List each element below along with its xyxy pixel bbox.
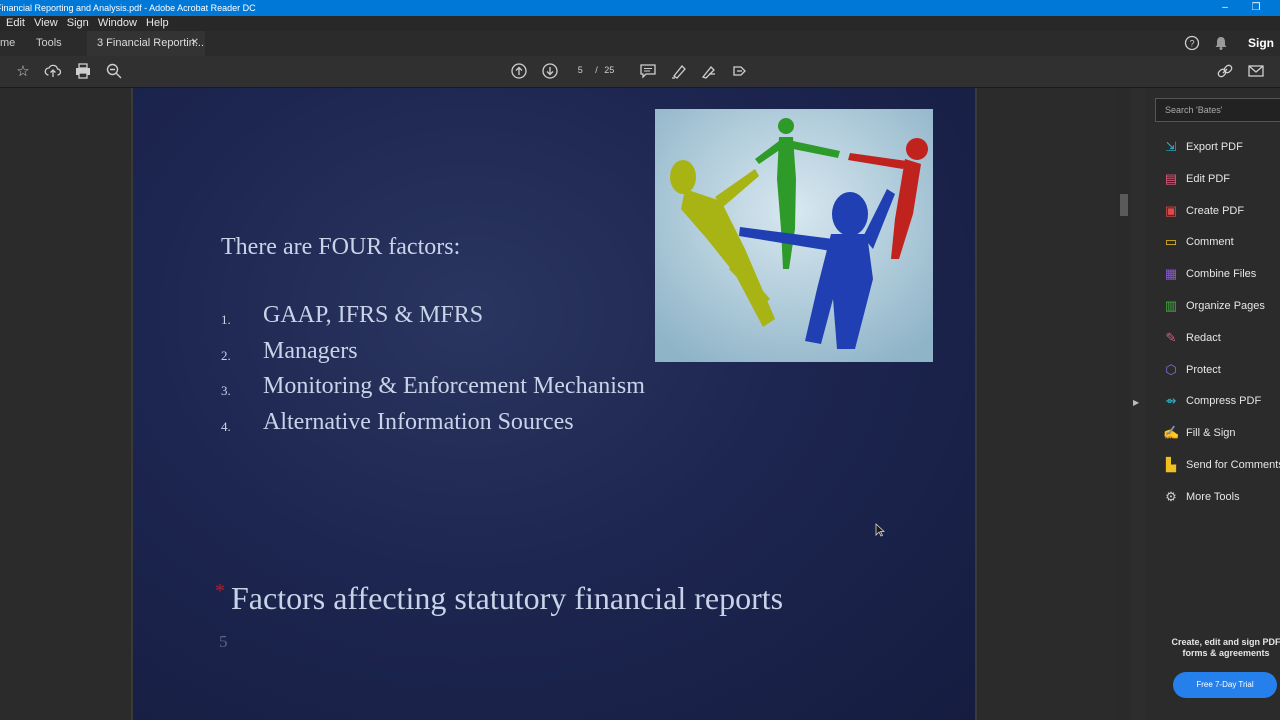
tool-label: More Tools — [1186, 490, 1240, 503]
next-page-icon[interactable] — [540, 62, 560, 82]
export-pdf-icon: ⇲ — [1165, 139, 1177, 155]
fill-sign-icon: ✍ — [1163, 425, 1180, 441]
tool-redact[interactable]: ✎ Redact — [1163, 326, 1221, 350]
menu-view[interactable]: View — [34, 16, 58, 31]
pdf-page: There are FOUR factors: 1. GAAP, IFRS & M… — [131, 88, 977, 720]
email-icon[interactable] — [1246, 62, 1266, 82]
compress-pdf-icon: ⇴ — [1165, 393, 1177, 409]
tools-pane: Search 'Bates' ⇲ Export PDF ▤ Edit PDF ▣ Crea… — [1146, 88, 1280, 720]
panel-toggle[interactable]: ▶ — [1130, 88, 1146, 720]
minimize-icon[interactable]: – — [1210, 0, 1240, 16]
tool-organize-pages[interactable]: ▥ Organize Pages — [1163, 294, 1265, 318]
menu-help[interactable]: Help — [146, 16, 169, 31]
sign-pen-icon[interactable] — [699, 62, 719, 82]
tool-fill-sign[interactable]: ✍ Fill & Sign — [1163, 421, 1236, 445]
title-bar: Financial Reporting and Analysis.pdf - A… — [0, 0, 1280, 16]
print-icon[interactable] — [73, 62, 93, 82]
bookmark-star-icon[interactable]: ☆ — [13, 62, 33, 82]
tool-label: Combine Files — [1186, 268, 1257, 281]
list-text: Managers — [263, 337, 358, 364]
tool-label: Redact — [1186, 331, 1221, 344]
page-indicator: 5 / 25 — [566, 65, 626, 75]
tool-label: Fill & Sign — [1186, 427, 1236, 440]
tool-export-pdf[interactable]: ⇲ Export PDF — [1163, 135, 1243, 159]
tool-label: Export PDF — [1186, 141, 1243, 153]
list-text: Alternative Information Sources — [263, 408, 574, 435]
organize-pages-icon: ▥ — [1164, 298, 1178, 314]
menu-edit[interactable]: Edit — [6, 16, 25, 31]
scrollbar-thumb[interactable] — [1120, 194, 1128, 216]
list-text: GAAP, IFRS & MFRS — [263, 302, 484, 328]
team-circle-image — [655, 109, 933, 362]
tool-protect[interactable]: ⬡ Protect — [1163, 358, 1221, 382]
more-tools-icon: ⚙ — [1165, 488, 1177, 504]
close-tab-icon[interactable]: ✕ — [191, 31, 199, 55]
upload-cloud-icon[interactable] — [43, 62, 63, 82]
tab-bar: me Tools 3 Financial Reportin... ✕ ? Sig… — [0, 31, 1280, 74]
tab-tools[interactable]: Tools — [36, 31, 62, 56]
comment-toolbar-icon[interactable] — [638, 62, 658, 82]
search-tools-input[interactable]: Search 'Bates' — [1155, 98, 1280, 122]
create-pdf-icon: ▣ — [1164, 202, 1178, 218]
tool-comment[interactable]: ▭ Comment — [1163, 230, 1234, 254]
tab-home[interactable]: me — [0, 31, 15, 56]
comment-icon: ▭ — [1164, 234, 1178, 250]
tool-create-pdf[interactable]: ▣ Create PDF — [1163, 199, 1244, 223]
menu-sign[interactable]: Sign — [67, 16, 89, 31]
tool-label: Create PDF — [1186, 204, 1245, 217]
free-trial-button[interactable]: Free 7-Day Trial — [1173, 672, 1277, 698]
list-number: 4. — [221, 418, 231, 434]
current-page-input[interactable]: 5 — [578, 65, 583, 75]
share-icon[interactable] — [730, 62, 750, 82]
tool-edit-pdf[interactable]: ▤ Edit PDF — [1163, 167, 1230, 191]
combine-files-icon: ▦ — [1164, 266, 1178, 282]
tool-label: Comment — [1186, 236, 1234, 249]
svg-text:?: ? — [1189, 39, 1194, 49]
tool-label: Send for Comments — [1186, 459, 1280, 471]
menu-bar: Edit View Sign Window Help — [0, 16, 1280, 31]
edit-pdf-icon: ▤ — [1164, 170, 1178, 186]
tool-label: Protect — [1186, 363, 1221, 376]
list-number: 2. — [221, 347, 231, 363]
promo-text: Create, edit and sign PDF forms & agreem… — [1171, 637, 1280, 658]
restore-icon[interactable]: ❐ — [1241, 0, 1271, 16]
help-icon[interactable]: ? — [1184, 31, 1200, 56]
slide-title-text: Factors affecting statutory financial re… — [231, 580, 784, 616]
window-title: Financial Reporting and Analysis.pdf - A… — [0, 3, 256, 13]
menu-window[interactable]: Window — [98, 16, 137, 31]
mouse-cursor-icon — [875, 523, 885, 537]
page-separator: / — [595, 65, 598, 75]
tool-label: Organize Pages — [1186, 300, 1265, 312]
slide-page-number: 5 — [219, 632, 228, 651]
list-text: Monitoring & Enforcement Mechanism — [263, 373, 645, 399]
document-viewer[interactable]: There are FOUR factors: 1. GAAP, IFRS & M… — [0, 88, 1130, 720]
total-pages: 25 — [604, 65, 615, 75]
sign-in-link[interactable]: Sign I — [1248, 31, 1280, 74]
previous-page-icon[interactable] — [509, 62, 529, 82]
link-share-icon[interactable] — [1215, 62, 1235, 82]
list-number: 3. — [221, 383, 231, 398]
send-for-comments-icon: ▙ — [1166, 457, 1176, 473]
toolbar: ☆ 5 / 25 — [0, 56, 1280, 88]
highlight-pen-icon[interactable] — [669, 62, 689, 82]
list-number: 1. — [221, 312, 231, 327]
slide-title: * Factors affecting statutory financial r… — [215, 580, 783, 617]
tab-document[interactable]: 3 Financial Reportin... ✕ — [87, 31, 205, 56]
protect-icon: ⬡ — [1165, 361, 1177, 377]
tool-more-tools[interactable]: ⚙ More Tools — [1163, 485, 1240, 509]
slide-heading: There are FOUR factors: — [221, 234, 461, 260]
redact-icon: ✎ — [1165, 329, 1177, 345]
tool-label: Edit PDF — [1186, 172, 1231, 185]
title-marker: * — [215, 580, 225, 602]
tool-compress-pdf[interactable]: ⇴ Compress PDF — [1163, 389, 1262, 413]
vertical-scrollbar[interactable] — [1118, 88, 1130, 720]
expand-panel-icon[interactable]: ▶ — [1133, 398, 1139, 407]
tool-label: Compress PDF — [1186, 395, 1262, 408]
tool-send-for-comments[interactable]: ▙ Send for Comments — [1163, 453, 1280, 477]
zoom-icon[interactable] — [104, 62, 124, 82]
document-tab-label: 3 Financial Reportin... — [97, 37, 204, 49]
tool-combine-files[interactable]: ▦ Combine Files — [1163, 262, 1256, 286]
notifications-icon[interactable] — [1214, 31, 1228, 56]
